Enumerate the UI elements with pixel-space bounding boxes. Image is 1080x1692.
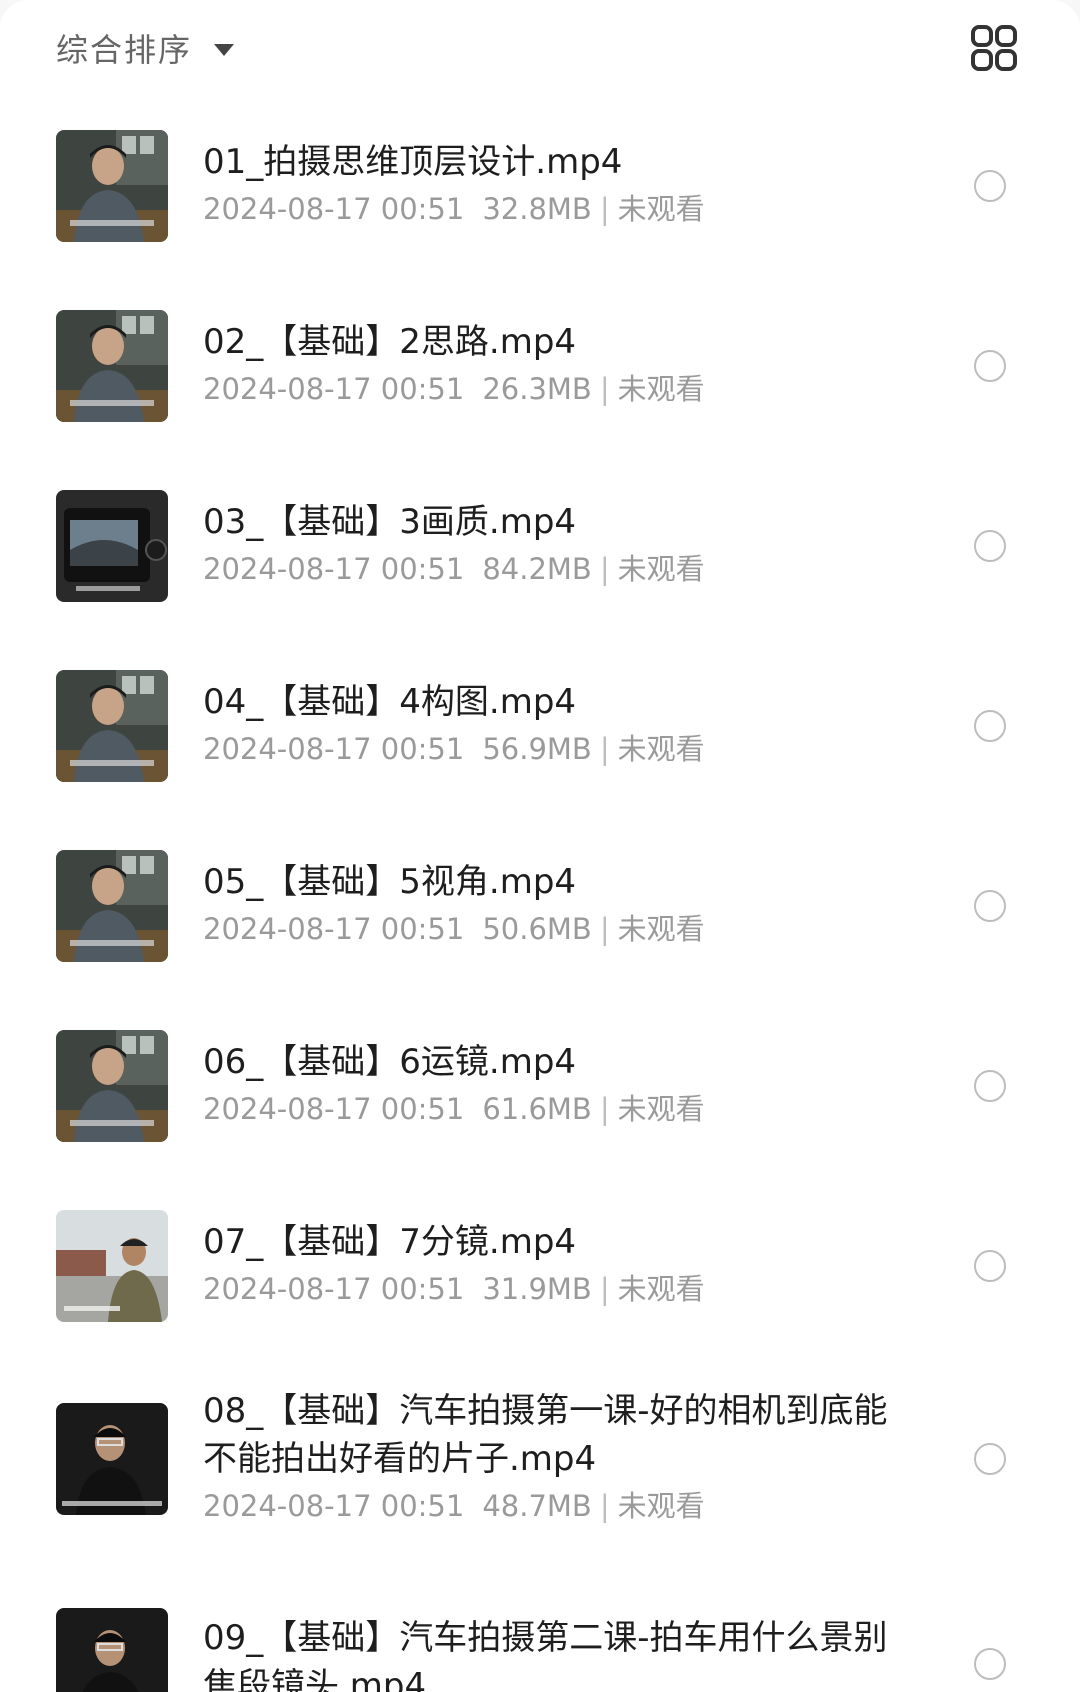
file-size: 61.6MB [482, 1092, 592, 1126]
file-meta: 2024-08-17 00:51 61.6MB | 未观看 [203, 1088, 903, 1130]
select-radio[interactable] [974, 1250, 1006, 1282]
watch-status: 未观看 [617, 372, 705, 406]
video-thumbnail[interactable] [56, 1210, 168, 1322]
file-info: 06_【基础】6运镜.mp4 2024-08-17 00:51 61.6MB | 未观看 [203, 1038, 903, 1130]
file-row[interactable]: 08_【基础】汽车拍摄第一课-好的相机到底能不能拍出好看的片子.mp4 2024-… [0, 1360, 1080, 1565]
select-radio[interactable] [974, 1442, 1006, 1475]
grid-view-icon[interactable] [970, 24, 1018, 72]
video-thumbnail[interactable] [56, 1607, 168, 1692]
watch-status: 未观看 [617, 912, 705, 946]
caret-down-icon [214, 44, 235, 56]
select-radio[interactable] [974, 170, 1006, 202]
video-thumbnail[interactable] [56, 490, 168, 602]
file-info: 02_【基础】2思路.mp4 2024-08-17 00:51 26.3MB | 未观看 [203, 318, 903, 410]
file-date: 2024-08-17 00:51 [203, 912, 465, 946]
file-size: 32.8MB [482, 192, 592, 226]
video-thumbnail[interactable] [56, 1402, 168, 1515]
file-size: 84.2MB [482, 552, 592, 586]
file-size: 26.3MB [482, 372, 592, 406]
file-info: 08_【基础】汽车拍摄第一课-好的相机到底能不能拍出好看的片子.mp4 2024-… [203, 1387, 903, 1527]
file-name[interactable]: 06_【基础】6运镜.mp4 [203, 1038, 903, 1086]
file-size: 56.9MB [482, 732, 592, 766]
select-radio[interactable] [974, 890, 1006, 922]
video-thumbnail[interactable] [56, 310, 168, 422]
watch-status: 未观看 [617, 732, 705, 766]
file-row[interactable]: 04_【基础】4构图.mp4 2024-08-17 00:51 56.9MB | 未观看 [0, 640, 1080, 820]
watch-status: 未观看 [617, 1488, 705, 1523]
file-name[interactable]: 05_【基础】5视角.mp4 [203, 858, 903, 906]
meta-divider: | [599, 1488, 610, 1523]
file-meta: 2024-08-17 00:51 32.8MB | 未观看 [203, 188, 903, 230]
file-meta: 2024-08-17 00:51 84.2MB | 未观看 [203, 548, 903, 590]
list-header: 综合排序 [0, 0, 1080, 96]
file-row[interactable]: 01_拍摄思维顶层设计.mp4 2024-08-17 00:51 32.8MB | 未观… [0, 100, 1080, 280]
select-radio[interactable] [974, 350, 1006, 382]
file-size: 50.6MB [482, 912, 592, 946]
file-date: 2024-08-17 00:51 [203, 1092, 465, 1126]
watch-status: 未观看 [617, 552, 705, 586]
file-info: 07_【基础】7分镜.mp4 2024-08-17 00:51 31.9MB | 未观看 [203, 1218, 903, 1310]
file-date: 2024-08-17 00:51 [203, 1272, 465, 1306]
file-row[interactable]: 06_【基础】6运镜.mp4 2024-08-17 00:51 61.6MB | 未观看 [0, 1000, 1080, 1180]
video-thumbnail[interactable] [56, 130, 168, 242]
file-info: 01_拍摄思维顶层设计.mp4 2024-08-17 00:51 32.8MB | 未观… [203, 138, 903, 230]
file-meta: 2024-08-17 00:51 48.7MB | 未观看 [203, 1485, 903, 1527]
file-name[interactable]: 01_拍摄思维顶层设计.mp4 [203, 138, 903, 186]
file-list: 01_拍摄思维顶层设计.mp4 2024-08-17 00:51 32.8MB | 未观… [0, 100, 1080, 1692]
file-info: 05_【基础】5视角.mp4 2024-08-17 00:51 50.6MB | 未观看 [203, 858, 903, 950]
file-name[interactable]: 09_【基础】汽车拍摄第二课-拍车用什么景别焦段镜头.mp4 [203, 1614, 903, 1692]
file-info: 04_【基础】4构图.mp4 2024-08-17 00:51 56.9MB | 未观看 [203, 678, 903, 770]
file-row[interactable]: 02_【基础】2思路.mp4 2024-08-17 00:51 26.3MB | 未观看 [0, 280, 1080, 460]
watch-status: 未观看 [617, 1272, 705, 1306]
file-list-sheet: 综合排序 01_拍摄思维顶层设计.mp4 2024-08-17 00:51 32.8… [0, 0, 1080, 1692]
meta-divider: | [599, 1272, 610, 1306]
file-date: 2024-08-17 00:51 [203, 552, 465, 586]
video-thumbnail[interactable] [56, 670, 168, 782]
file-info: 03_【基础】3画质.mp4 2024-08-17 00:51 84.2MB | 未观看 [203, 498, 903, 590]
watch-status: 未观看 [617, 1092, 705, 1126]
file-name[interactable]: 08_【基础】汽车拍摄第一课-好的相机到底能不能拍出好看的片子.mp4 [203, 1387, 903, 1483]
select-radio[interactable] [974, 1647, 1006, 1680]
file-row[interactable]: 09_【基础】汽车拍摄第二课-拍车用什么景别焦段镜头.mp4 [0, 1565, 1080, 1692]
video-thumbnail[interactable] [56, 1030, 168, 1142]
file-name[interactable]: 02_【基础】2思路.mp4 [203, 318, 903, 366]
file-meta: 2024-08-17 00:51 31.9MB | 未观看 [203, 1268, 903, 1310]
video-thumbnail[interactable] [56, 850, 168, 962]
file-size: 31.9MB [482, 1272, 592, 1306]
file-name[interactable]: 03_【基础】3画质.mp4 [203, 498, 903, 546]
select-radio[interactable] [974, 710, 1006, 742]
file-date: 2024-08-17 00:51 [203, 732, 465, 766]
file-row[interactable]: 03_【基础】3画质.mp4 2024-08-17 00:51 84.2MB | 未观看 [0, 460, 1080, 640]
file-size: 48.7MB [482, 1488, 592, 1523]
meta-divider: | [599, 552, 610, 586]
meta-divider: | [599, 372, 610, 406]
file-date: 2024-08-17 00:51 [203, 372, 465, 406]
watch-status: 未观看 [617, 192, 705, 226]
file-meta: 2024-08-17 00:51 26.3MB | 未观看 [203, 368, 903, 410]
file-info: 09_【基础】汽车拍摄第二课-拍车用什么景别焦段镜头.mp4 [203, 1614, 903, 1692]
file-row[interactable]: 05_【基础】5视角.mp4 2024-08-17 00:51 50.6MB | 未观看 [0, 820, 1080, 1000]
meta-divider: | [599, 1092, 610, 1126]
sort-label: 综合排序 [56, 31, 193, 69]
select-radio[interactable] [974, 1070, 1006, 1102]
file-name[interactable]: 04_【基础】4构图.mp4 [203, 678, 903, 726]
meta-divider: | [599, 912, 610, 946]
file-row[interactable]: 07_【基础】7分镜.mp4 2024-08-17 00:51 31.9MB | 未观看 [0, 1180, 1080, 1360]
sort-dropdown[interactable]: 综合排序 [56, 24, 235, 72]
file-date: 2024-08-17 00:51 [203, 1488, 465, 1523]
file-name[interactable]: 07_【基础】7分镜.mp4 [203, 1218, 903, 1266]
meta-divider: | [599, 192, 610, 226]
file-date: 2024-08-17 00:51 [203, 192, 465, 226]
select-radio[interactable] [974, 530, 1006, 562]
meta-divider: | [599, 732, 610, 766]
file-meta: 2024-08-17 00:51 56.9MB | 未观看 [203, 728, 903, 770]
file-meta: 2024-08-17 00:51 50.6MB | 未观看 [203, 908, 903, 950]
